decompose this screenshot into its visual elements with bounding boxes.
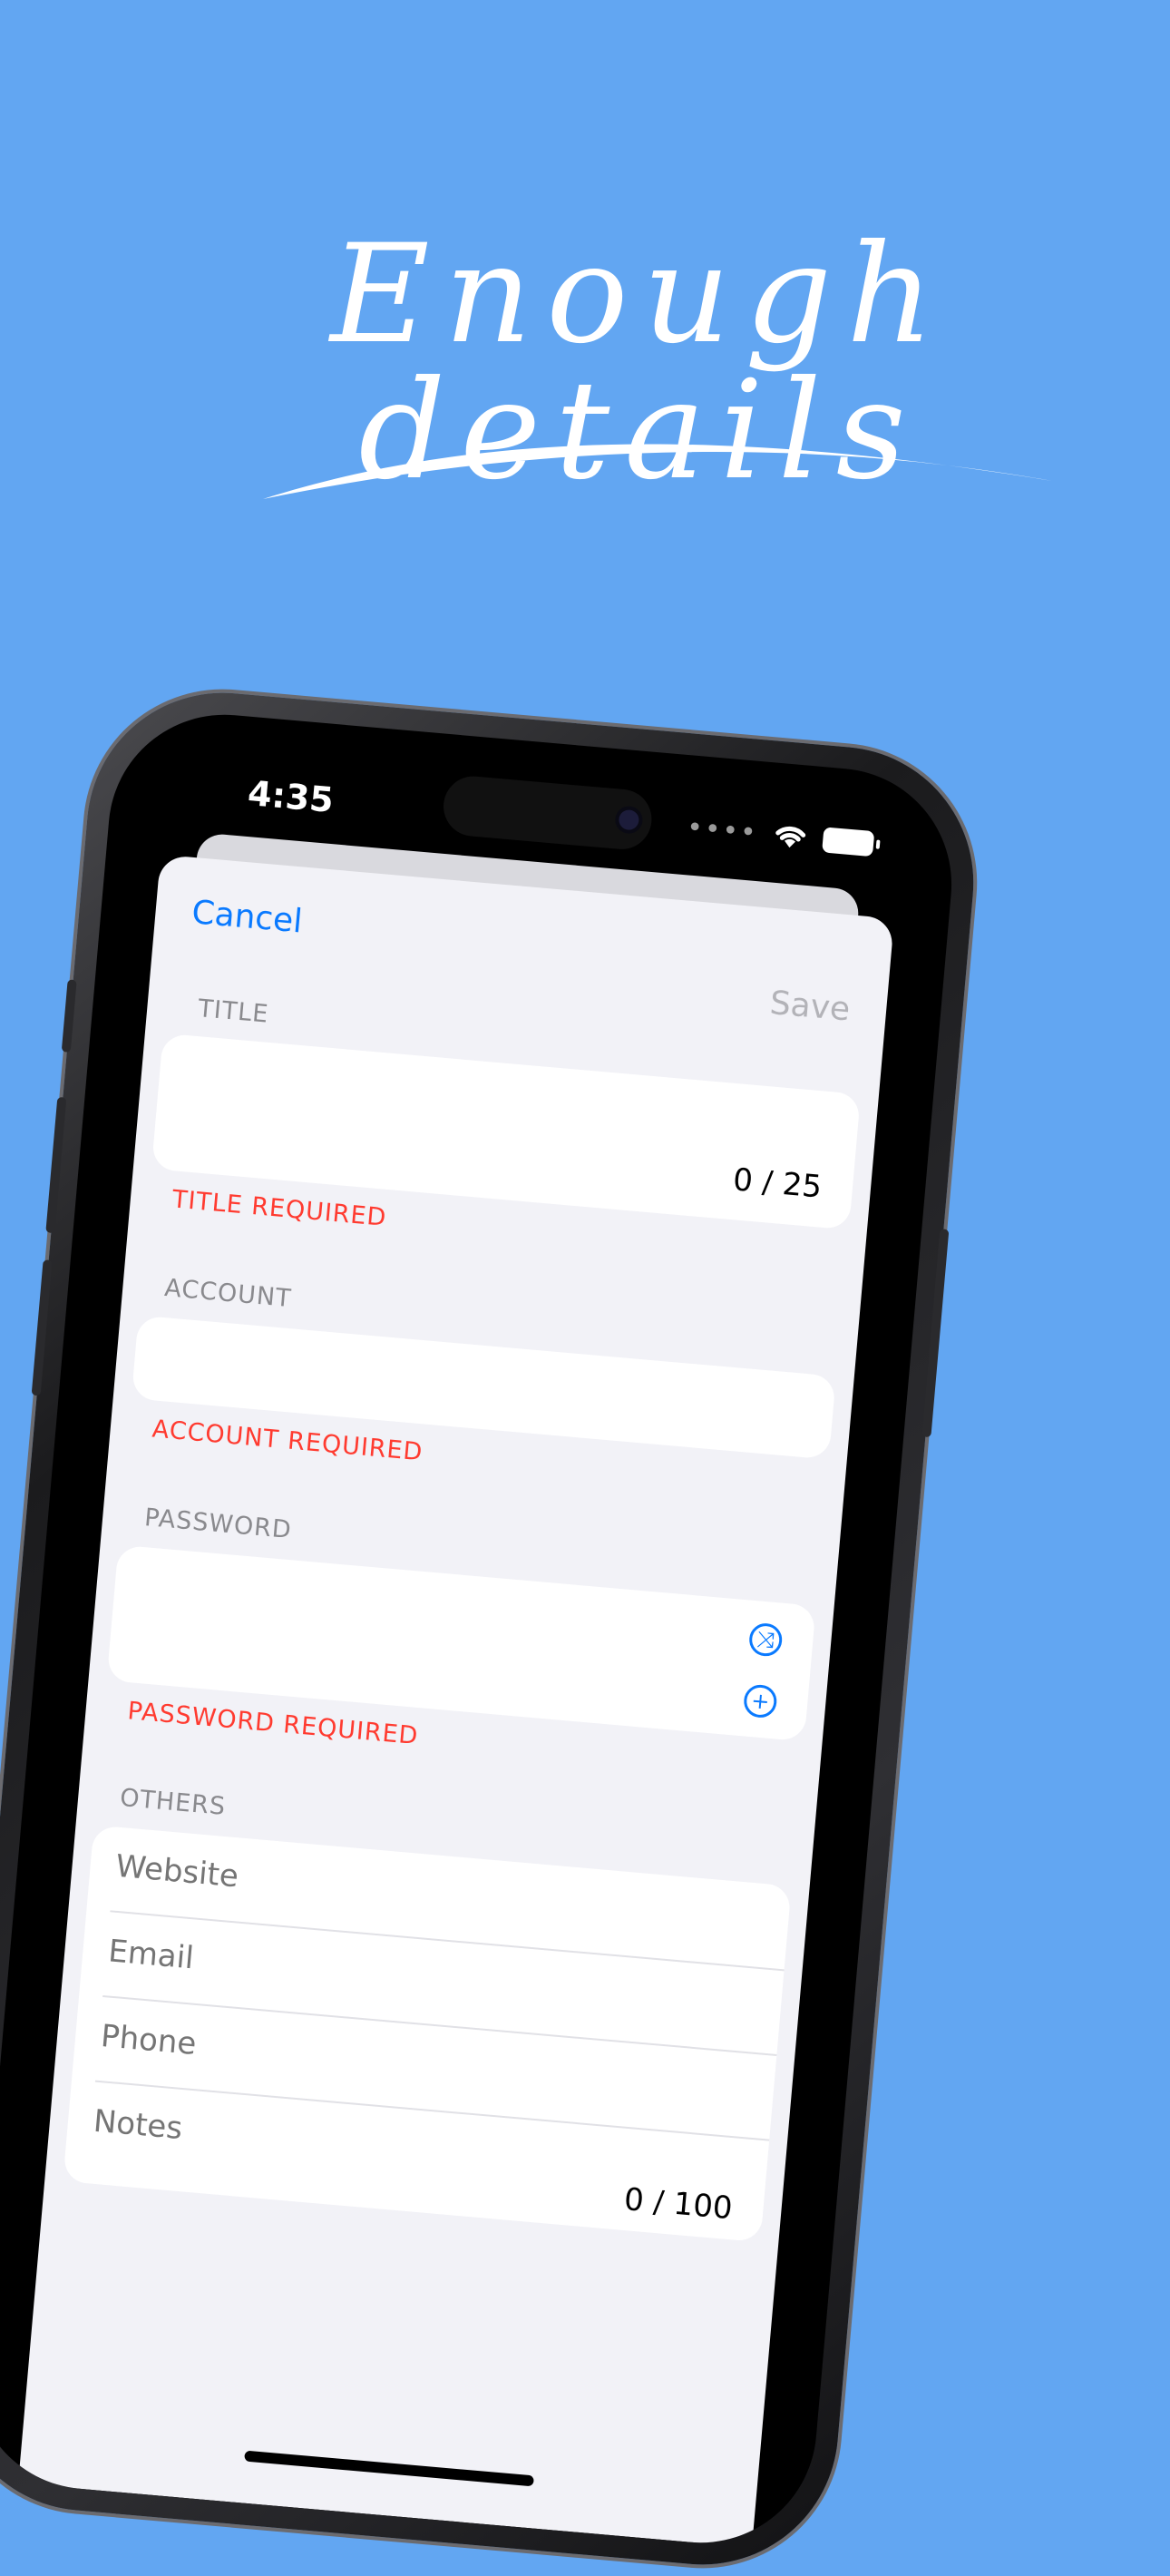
status-time: 4:35 [246, 772, 336, 821]
phone-mockup: 4:35 •••• Cancel Save TITLE 0 / 25 TITLE… [0, 681, 985, 2576]
status-icons: •••• [686, 811, 875, 859]
home-indicator[interactable] [244, 2450, 534, 2487]
plus-circle-icon[interactable]: + [742, 1683, 778, 1719]
account-error: ACCOUNT REQUIRED [151, 1415, 424, 1467]
title-counter: 0 / 25 [731, 1161, 824, 1206]
phone-screen: 4:35 •••• Cancel Save TITLE 0 / 25 TITLE… [0, 705, 961, 2552]
notes-counter: 0 / 100 [622, 2181, 735, 2228]
underline-swoosh [263, 444, 1052, 499]
title-label: TITLE [197, 994, 270, 1029]
add-entry-sheet: Cancel Save TITLE 0 / 25 TITLE REQUIRED … [18, 854, 895, 2548]
password-error: PASSWORD REQUIRED [126, 1697, 420, 1751]
others-label: OTHERS [118, 1783, 228, 1821]
account-label: ACCOUNT [163, 1273, 293, 1314]
wifi-icon [775, 826, 806, 847]
battery-icon [822, 826, 875, 857]
signal-icon: •••• [685, 811, 760, 849]
title-error: TITLE REQUIRED [171, 1185, 388, 1232]
others-group: 0 / 100 [63, 1825, 792, 2243]
password-label: PASSWORD [142, 1503, 293, 1545]
cancel-button[interactable]: Cancel [190, 894, 304, 940]
save-button[interactable]: Save [768, 984, 852, 1029]
shuffle-icon[interactable]: ⤨ [747, 1621, 784, 1658]
